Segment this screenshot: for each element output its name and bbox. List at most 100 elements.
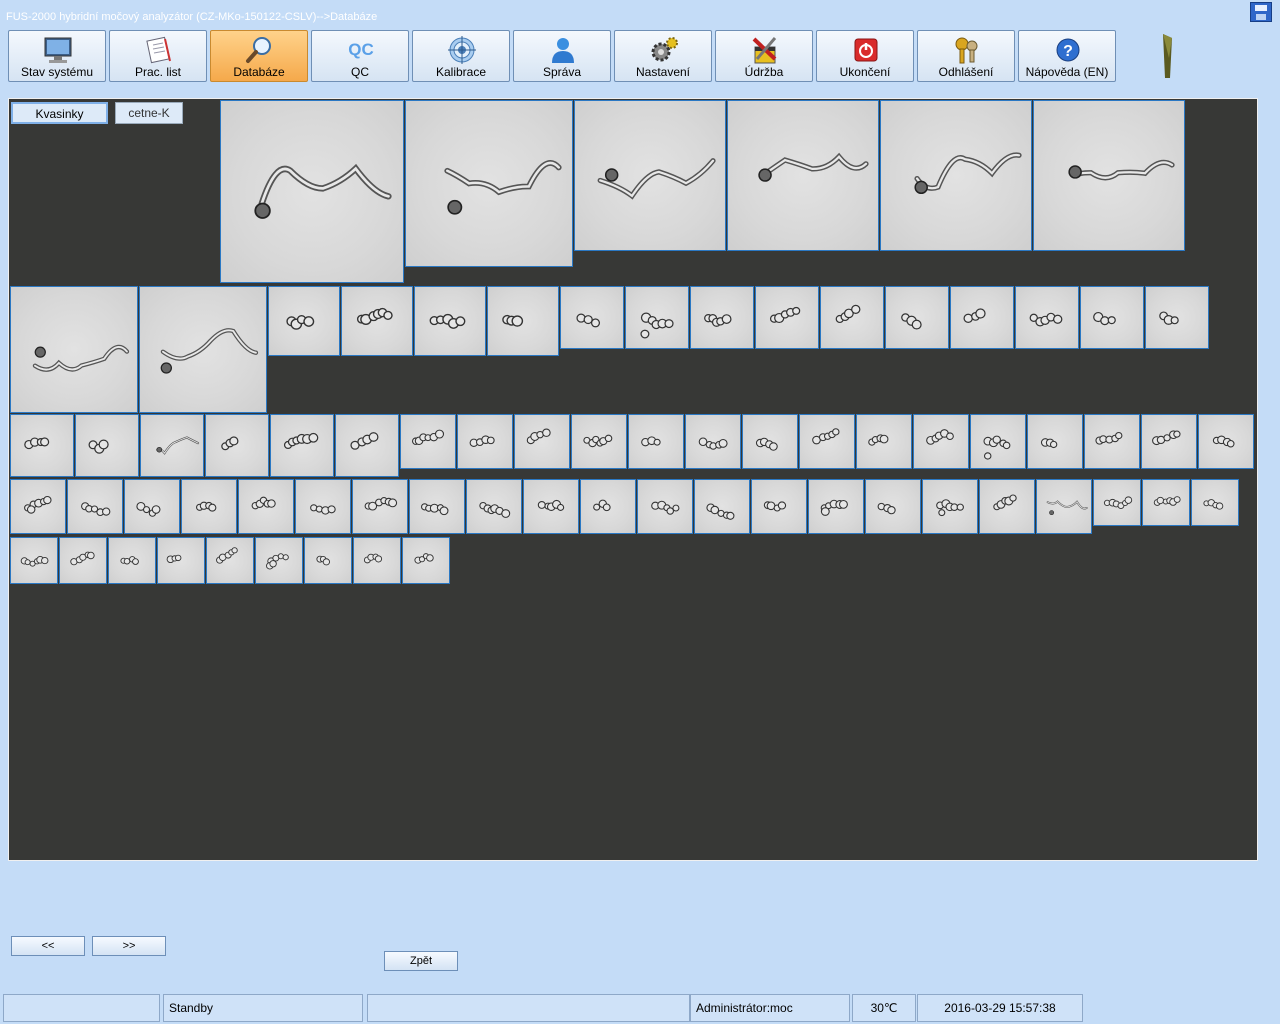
cell-body bbox=[254, 202, 271, 219]
tab-cetne-k[interactable]: cetne-K bbox=[115, 102, 183, 124]
microscopy-thumbnail[interactable] bbox=[409, 479, 465, 534]
microscopy-thumbnail[interactable] bbox=[1198, 414, 1254, 469]
microscopy-thumbnail[interactable] bbox=[139, 286, 267, 413]
toolbar-button-settings[interactable]: Nastavení bbox=[614, 30, 712, 82]
microscopy-thumbnail[interactable] bbox=[1142, 479, 1190, 526]
microscopy-thumbnail[interactable] bbox=[950, 286, 1014, 349]
microscopy-thumbnail[interactable] bbox=[400, 414, 456, 469]
microscopy-thumbnail[interactable] bbox=[979, 479, 1035, 534]
microscopy-thumbnail[interactable] bbox=[625, 286, 689, 349]
toolbar-button-maintenance[interactable]: Údržba bbox=[715, 30, 813, 82]
microscopy-thumbnail[interactable] bbox=[580, 479, 636, 534]
microscopy-thumbnail[interactable] bbox=[523, 479, 579, 534]
thumbnail-image bbox=[1029, 312, 1063, 327]
toolbar-button-worklist[interactable]: Prac. list bbox=[109, 30, 207, 82]
microscopy-thumbnail[interactable] bbox=[808, 479, 864, 534]
microscopy-thumbnail[interactable] bbox=[1093, 479, 1141, 526]
microscopy-thumbnail[interactable] bbox=[637, 479, 693, 534]
microscopy-thumbnail[interactable] bbox=[59, 537, 107, 584]
microscopy-thumbnail[interactable] bbox=[880, 100, 1032, 251]
microscopy-thumbnail[interactable] bbox=[865, 479, 921, 534]
keys-icon bbox=[951, 35, 983, 65]
yeast-cell bbox=[40, 437, 50, 447]
microscopy-thumbnail[interactable] bbox=[1145, 286, 1209, 349]
microscopy-thumbnail[interactable] bbox=[67, 479, 123, 534]
toolbar-button-help[interactable]: ? Nápověda (EN) bbox=[1018, 30, 1116, 82]
microscopy-thumbnail[interactable] bbox=[405, 100, 573, 267]
microscopy-thumbnail[interactable] bbox=[181, 479, 237, 534]
microscopy-thumbnail[interactable] bbox=[742, 414, 798, 469]
microscopy-thumbnail[interactable] bbox=[487, 286, 559, 356]
microscopy-thumbnail[interactable] bbox=[206, 537, 254, 584]
microscopy-thumbnail[interactable] bbox=[466, 479, 522, 534]
microscopy-thumbnail[interactable] bbox=[856, 414, 912, 469]
toolbar-button-system-status[interactable]: Stav systému bbox=[8, 30, 106, 82]
microscopy-thumbnail[interactable] bbox=[124, 479, 180, 534]
microscopy-thumbnail[interactable] bbox=[727, 100, 879, 251]
thumbnail-image bbox=[363, 553, 383, 564]
microscopy-thumbnail[interactable] bbox=[820, 286, 884, 349]
microscopy-thumbnail[interactable] bbox=[1027, 414, 1083, 469]
microscopy-thumbnail[interactable] bbox=[402, 537, 450, 584]
prev-page-button[interactable]: << bbox=[11, 936, 85, 956]
microscopy-thumbnail[interactable] bbox=[1015, 286, 1079, 349]
yeast-cell bbox=[142, 506, 151, 514]
microscopy-thumbnail[interactable] bbox=[238, 479, 294, 534]
microscopy-thumbnail[interactable] bbox=[10, 286, 138, 413]
microscopy-thumbnail[interactable] bbox=[690, 286, 754, 349]
microscopy-thumbnail[interactable] bbox=[10, 414, 74, 477]
cell-body bbox=[156, 446, 163, 453]
microscopy-thumbnail[interactable] bbox=[970, 414, 1026, 469]
microscopy-thumbnail[interactable] bbox=[574, 100, 726, 251]
microscopy-thumbnail[interactable] bbox=[1033, 100, 1185, 251]
microscopy-thumbnail[interactable] bbox=[268, 286, 340, 356]
microscopy-thumbnail[interactable] bbox=[108, 537, 156, 584]
microscopy-thumbnail[interactable] bbox=[75, 414, 139, 477]
microscopy-thumbnail[interactable] bbox=[694, 479, 750, 534]
microscopy-thumbnail[interactable] bbox=[913, 414, 969, 469]
microscopy-thumbnail[interactable] bbox=[205, 414, 269, 477]
microscopy-thumbnail[interactable] bbox=[414, 286, 486, 356]
microscopy-thumbnail[interactable] bbox=[295, 479, 351, 534]
microscopy-thumbnail[interactable] bbox=[685, 414, 741, 469]
microscopy-thumbnail[interactable] bbox=[571, 414, 627, 469]
microscopy-thumbnail[interactable] bbox=[1141, 414, 1197, 469]
toolbar-button-exit[interactable]: Ukončení bbox=[816, 30, 914, 82]
toolbar-button-management[interactable]: Správa bbox=[513, 30, 611, 82]
microscopy-thumbnail[interactable] bbox=[140, 414, 204, 477]
microscopy-thumbnail[interactable] bbox=[220, 100, 404, 283]
microscopy-thumbnail[interactable] bbox=[270, 414, 334, 477]
microscopy-thumbnail[interactable] bbox=[755, 286, 819, 349]
microscopy-thumbnail[interactable] bbox=[799, 414, 855, 469]
microscopy-thumbnail[interactable] bbox=[353, 537, 401, 584]
yeast-cell bbox=[777, 501, 787, 510]
microscopy-thumbnail[interactable] bbox=[10, 479, 66, 534]
microscopy-thumbnail[interactable] bbox=[922, 479, 978, 534]
toolbar-button-database[interactable]: Databáze bbox=[210, 30, 308, 82]
microscopy-thumbnail[interactable] bbox=[335, 414, 399, 477]
microscopy-thumbnail[interactable] bbox=[560, 286, 624, 349]
save-icon[interactable] bbox=[1250, 2, 1272, 22]
tab-kvasinky[interactable]: Kvasinky bbox=[11, 102, 108, 124]
microscopy-thumbnail[interactable] bbox=[10, 537, 58, 584]
next-page-button[interactable]: >> bbox=[92, 936, 166, 956]
microscopy-thumbnail[interactable] bbox=[885, 286, 949, 349]
toolbar-button-qc[interactable]: QC QC bbox=[311, 30, 409, 82]
microscopy-thumbnail[interactable] bbox=[514, 414, 570, 469]
microscopy-thumbnail[interactable] bbox=[255, 537, 303, 584]
microscopy-thumbnail[interactable] bbox=[1084, 414, 1140, 469]
microscopy-thumbnail[interactable] bbox=[457, 414, 513, 469]
thumbnail-image bbox=[641, 436, 661, 447]
microscopy-thumbnail[interactable] bbox=[751, 479, 807, 534]
microscopy-thumbnail[interactable] bbox=[157, 537, 205, 584]
microscopy-thumbnail[interactable] bbox=[1191, 479, 1239, 526]
microscopy-thumbnail[interactable] bbox=[341, 286, 413, 356]
back-button[interactable]: Zpět bbox=[384, 951, 458, 971]
microscopy-thumbnail[interactable] bbox=[628, 414, 684, 469]
toolbar-button-logout[interactable]: Odhlášení bbox=[917, 30, 1015, 82]
microscopy-thumbnail[interactable] bbox=[352, 479, 408, 534]
microscopy-thumbnail[interactable] bbox=[1080, 286, 1144, 349]
microscopy-thumbnail[interactable] bbox=[1036, 479, 1092, 534]
toolbar-button-calibration[interactable]: Kalibrace bbox=[412, 30, 510, 82]
microscopy-thumbnail[interactable] bbox=[304, 537, 352, 584]
